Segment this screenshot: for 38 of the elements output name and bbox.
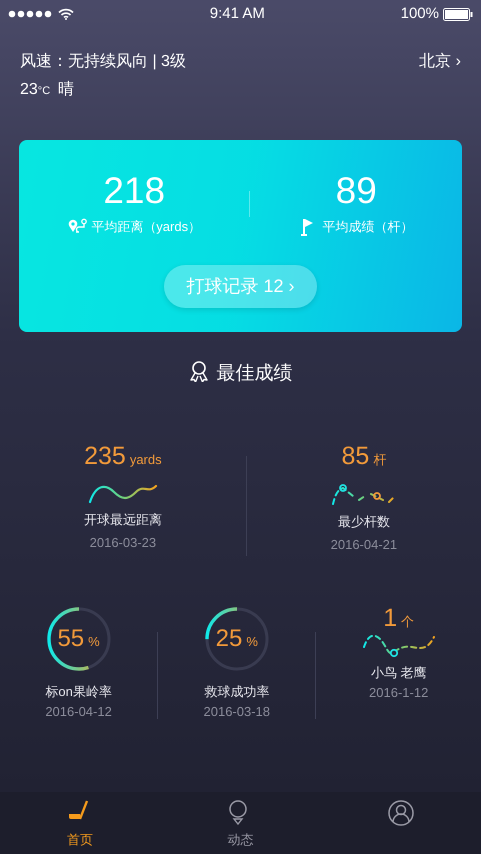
- weather-condition: 晴: [58, 80, 74, 100]
- battery-icon: [442, 8, 473, 20]
- metric-date: 2016-1-12: [369, 684, 428, 702]
- stat-label: 平均距离（yards）: [91, 218, 202, 236]
- unit-label: 杆: [373, 451, 386, 469]
- city-link[interactable]: 北京 ›: [419, 50, 461, 74]
- metric-date: 2016-04-12: [45, 702, 112, 720]
- award-icon: [188, 360, 208, 382]
- wind-info: 风速：无持续风向 | 3级: [20, 52, 186, 72]
- battery-percent: 100%: [400, 4, 439, 24]
- stat-value: 89: [336, 172, 377, 209]
- metric-label: 标on果岭率: [45, 683, 112, 701]
- best-value: 235: [84, 441, 126, 472]
- unit-label: 个: [401, 615, 414, 628]
- metric-label: 最少杆数: [338, 512, 390, 530]
- profile-icon: [388, 800, 414, 826]
- metric-label: 开球最远距离: [84, 510, 162, 528]
- unit-label: %: [88, 633, 100, 651]
- best-value: 25: [216, 624, 242, 654]
- wifi-icon: [58, 8, 74, 20]
- best-value: 85: [341, 441, 370, 472]
- best-value: 1: [383, 606, 398, 631]
- metric-date: 2016-03-18: [204, 702, 270, 720]
- metric-date: 2016-03-23: [90, 534, 156, 552]
- unit-label: %: [246, 633, 258, 651]
- signal-icon: [8, 10, 54, 18]
- metric-date: 2016-04-21: [330, 536, 398, 554]
- status-time: 9:41 AM: [210, 4, 265, 24]
- tab-item[interactable]: 首页: [0, 792, 160, 854]
- temperature: 23°C: [20, 80, 50, 100]
- metric-label: 救球成功率: [204, 683, 270, 701]
- stat-value: 218: [103, 172, 166, 209]
- tab-item[interactable]: 动态: [160, 792, 321, 854]
- best-value: 55: [57, 624, 84, 654]
- section-title: 最佳成绩: [216, 362, 292, 386]
- metric-label: 小鸟 老鹰: [370, 664, 426, 682]
- stat-label: 平均成绩（杆）: [322, 218, 414, 236]
- unit-label: yards: [130, 451, 162, 469]
